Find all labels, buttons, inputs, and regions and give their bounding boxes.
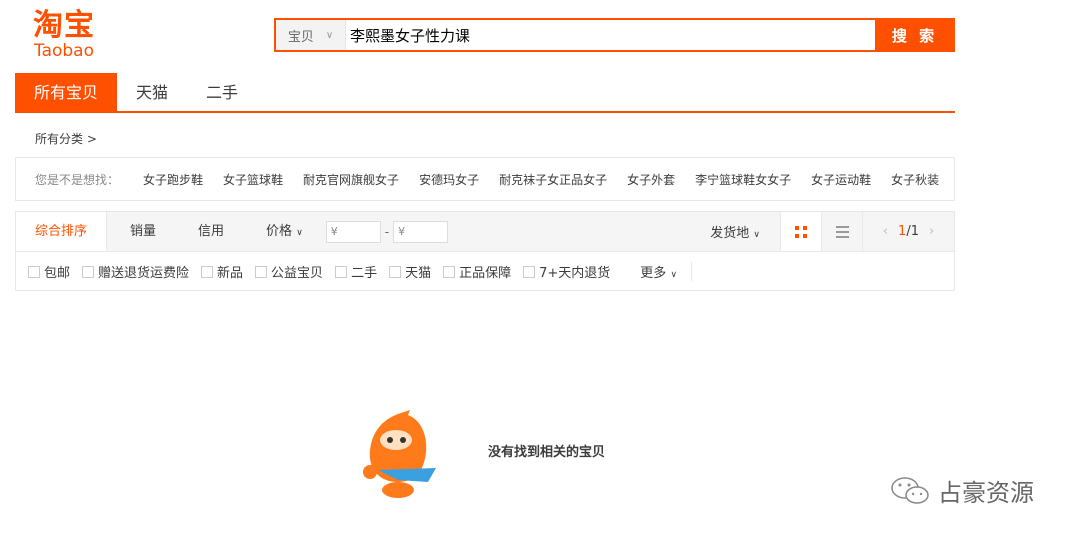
suggest-item[interactable]: 女子篮球鞋 [223, 171, 283, 188]
checkbox[interactable] [443, 265, 456, 278]
chevron-right-icon: > [86, 132, 97, 146]
filter-label: 二手 [351, 266, 378, 281]
prev-page-icon[interactable]: ‹ [883, 224, 888, 239]
checkbox[interactable] [201, 265, 214, 278]
sort-sales[interactable]: 销量 [111, 212, 175, 251]
logo-en: Taobao [34, 41, 94, 61]
more-label: 更多 [640, 266, 667, 281]
page-total: /1 [906, 224, 919, 239]
category-label: 宝贝 [287, 29, 314, 45]
page-indicator: 1/1 [898, 224, 919, 239]
filter-panel: 综合排序 销量 信用 价格 ∨ ¥ - ¥ 发货地 ∨ ‹ 1/1 › 包邮 赠… [15, 211, 955, 291]
tab-tmall[interactable]: 天猫 [117, 73, 187, 111]
next-page-icon[interactable]: › [929, 224, 934, 239]
suggest-item[interactable]: 李宁篮球鞋女女子 [695, 171, 791, 188]
search-input[interactable] [346, 20, 875, 50]
price-dash: - [384, 224, 390, 239]
more-filters-button[interactable]: 更多 ∨ [640, 262, 693, 281]
breadcrumb-label: 所有分类 [35, 132, 84, 146]
checkbox[interactable] [389, 265, 402, 278]
empty-message: 没有找到相关的宝贝 [488, 444, 606, 460]
tab-secondhand[interactable]: 二手 [187, 73, 257, 111]
ship-from-dropdown[interactable]: 发货地 ∨ [710, 222, 760, 241]
suggest-item[interactable]: 耐克官网旗舰女子 [303, 171, 399, 188]
suggest-item[interactable]: 安德玛女子 [419, 171, 479, 188]
price-min-input[interactable]: ¥ [325, 220, 381, 243]
ship-label: 发货地 [710, 226, 750, 241]
filter-secondhand[interactable]: 二手 [335, 262, 377, 281]
checkbox[interactable] [28, 265, 40, 278]
watermark: 占豪资源 [890, 473, 1034, 508]
filter-label: 新品 [217, 266, 244, 281]
checkbox[interactable] [523, 265, 536, 278]
suggest-item[interactable]: 女子秋装 [891, 171, 939, 188]
pager: ‹ 1/1 › [862, 212, 954, 251]
filter-label: 7+天内退货 [539, 266, 611, 281]
suggest-item[interactable]: 耐克袜子女正品女子 [499, 171, 607, 188]
suggest-item[interactable]: 女子运动鞋 [811, 171, 871, 188]
filter-tmall[interactable]: 天猫 [389, 262, 431, 281]
search-button[interactable]: 搜 索 [875, 18, 955, 52]
sort-default[interactable]: 综合排序 [16, 212, 108, 251]
filter-genuine[interactable]: 正品保障 [443, 262, 511, 281]
tab-all[interactable]: 所有宝贝 [15, 73, 118, 111]
filter-label: 正品保障 [459, 266, 512, 281]
sort-credit[interactable]: 信用 [179, 212, 243, 251]
search-tabs: 所有宝贝 天猫 二手 [15, 73, 955, 113]
filter-label: 包邮 [44, 266, 71, 281]
filter-new[interactable]: 新品 [201, 262, 243, 281]
list-view-button[interactable] [821, 212, 862, 251]
checkbox[interactable] [335, 265, 348, 278]
chevron-down-icon: ∨ [670, 270, 678, 280]
filter-charity[interactable]: 公益宝贝 [255, 262, 323, 281]
list-icon [835, 225, 849, 238]
breadcrumb[interactable]: 所有分类 > [35, 130, 97, 147]
filter-label: 公益宝贝 [271, 266, 324, 281]
checkbox[interactable] [82, 265, 95, 278]
chevron-down-icon: ∨ [325, 29, 334, 41]
watermark-text: 占豪资源 [938, 479, 1034, 507]
taobao-logo[interactable]: 淘宝 Taobao [33, 8, 95, 61]
filter-free-shipping[interactable]: 包邮 [28, 262, 70, 281]
price-max-input[interactable]: ¥ [393, 220, 449, 243]
search-bar: 宝贝 ∨ 搜 索 [274, 18, 955, 52]
chevron-down-icon: ∨ [753, 230, 760, 240]
filter-label: 天猫 [405, 266, 432, 281]
filter-return-insurance[interactable]: 赠送退货运费险 [82, 262, 189, 281]
taobao-mascot-icon [363, 410, 436, 498]
empty-state: 没有找到相关的宝贝 [358, 410, 605, 500]
logo-cn: 淘宝 [33, 8, 95, 43]
suggest-item[interactable]: 女子外套 [627, 171, 675, 188]
suggest-item[interactable]: 女子跑步鞋 [143, 171, 203, 188]
grid-view-button[interactable] [780, 212, 821, 251]
suggest-label: 您是不是想找： [35, 172, 120, 187]
filter-label: 赠送退货运费险 [98, 266, 190, 281]
grid-icon [795, 225, 807, 238]
checkbox[interactable] [255, 265, 268, 278]
sort-price-label: 价格 [266, 224, 293, 239]
suggestions: 您是不是想找： 女子跑步鞋 女子篮球鞋 耐克官网旗舰女子 安德玛女子 耐克袜子女… [15, 157, 955, 201]
sort-price[interactable]: 价格 ∨ [247, 212, 322, 251]
chevron-down-icon: ∨ [296, 228, 303, 238]
wechat-icon [891, 476, 929, 504]
search-category-select[interactable]: 宝贝 ∨ [276, 20, 346, 50]
filter-7day-return[interactable]: 7+天内退货 [523, 262, 610, 281]
